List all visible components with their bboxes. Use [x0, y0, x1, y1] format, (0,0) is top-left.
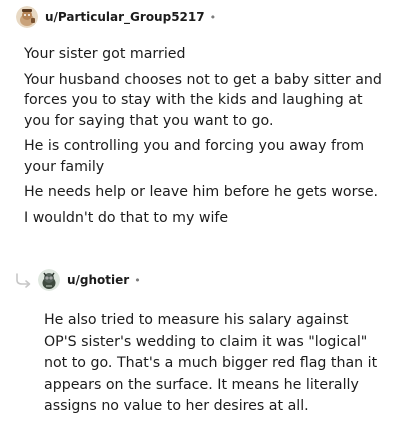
- comment-username[interactable]: u/Particular_Group5217: [45, 10, 205, 24]
- reply-body: He also tried to measure his salary agai…: [44, 310, 384, 418]
- comment-paragraph: He needs help or leave him before he get…: [24, 184, 379, 200]
- comment-paragraph: Your husband chooses not to get a baby s…: [24, 71, 382, 129]
- separator-dot: •: [209, 10, 217, 24]
- reply-header: u/ghotier •: [38, 268, 141, 292]
- comment-paragraph: He is controlling you and forcing you aw…: [24, 138, 365, 175]
- user-avatar-icon[interactable]: [16, 6, 38, 28]
- comment-paragraph: I wouldn't do that to my wife: [24, 209, 229, 226]
- reply-paragraph: He also tried to measure his salary agai…: [44, 312, 378, 414]
- reply-username[interactable]: u/ghotier: [67, 273, 129, 287]
- comment-body: Your sister got married Your husband cho…: [24, 44, 384, 233]
- comment-paragraph: Your sister got married: [24, 46, 186, 62]
- user-avatar-icon[interactable]: [38, 269, 60, 291]
- reply-arrow-icon: [14, 272, 34, 290]
- comment-header: u/Particular_Group5217 •: [16, 5, 216, 29]
- separator-dot: •: [134, 273, 141, 287]
